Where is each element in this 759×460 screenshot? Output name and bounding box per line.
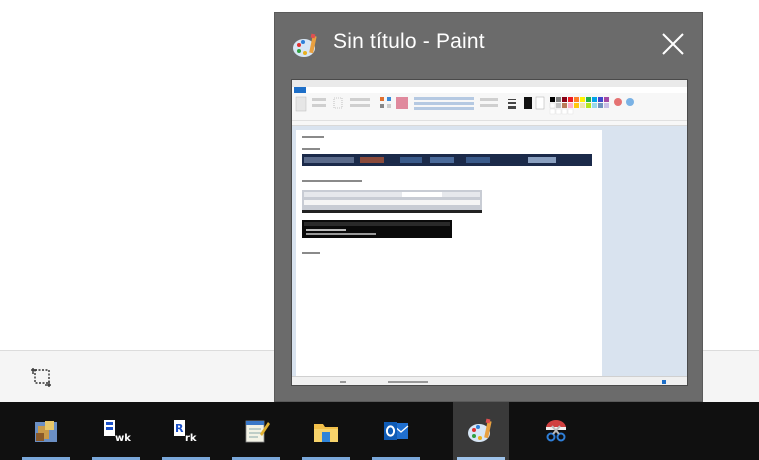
desktop-screen: wk R rk Sin título - Paint — [0, 0, 759, 460]
taskbar-thumbnail-preview[interactable]: Sin título - Paint — [274, 12, 703, 402]
paint-palette-icon — [293, 33, 317, 57]
window-thumbnail-image[interactable] — [291, 79, 688, 386]
taskbar-button-rrk[interactable]: R rk — [158, 402, 214, 460]
taskbar: wk R rk — [0, 402, 759, 460]
taskbar-button-notepad[interactable] — [228, 402, 284, 460]
mini-canvas — [296, 130, 602, 378]
mini-ribbon — [292, 93, 687, 126]
taskbar-button-outlook[interactable] — [368, 402, 424, 460]
svg-text:rk: rk — [185, 433, 197, 444]
mini-status-bar — [292, 376, 687, 385]
snipping-tool-icon — [546, 420, 566, 442]
mini-ribbon-tools — [292, 96, 687, 121]
taskbar-button-package-app[interactable] — [18, 402, 74, 460]
taskbar-button-file-explorer[interactable] — [298, 402, 354, 460]
taskbar-button-paint[interactable] — [453, 402, 509, 460]
paint-palette-icon — [468, 418, 492, 442]
svg-text:wk: wk — [115, 433, 131, 444]
taskbar-button-snipping-tool[interactable] — [528, 402, 584, 460]
svg-text:R: R — [175, 422, 184, 435]
rrk-file-icon: R rk — [174, 420, 197, 444]
wrk-file-icon: wk — [104, 420, 131, 444]
taskbar-button-wrk[interactable]: wk — [88, 402, 144, 460]
select-region-icon[interactable] — [30, 365, 54, 389]
file-explorer-icon — [314, 424, 338, 442]
close-icon[interactable] — [658, 29, 688, 59]
mini-title-bar — [292, 80, 687, 87]
package-app-icon — [35, 421, 57, 442]
outlook-icon — [384, 422, 409, 440]
mini-workspace — [292, 126, 687, 378]
preview-window-title: Sin título - Paint — [333, 30, 485, 53]
notepad-icon — [245, 420, 270, 443]
